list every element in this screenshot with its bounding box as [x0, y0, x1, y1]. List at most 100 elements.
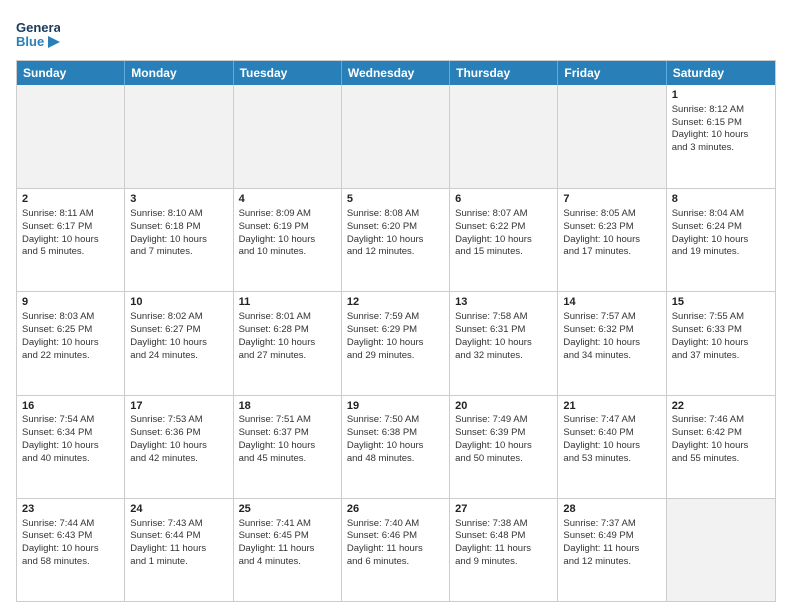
calendar-cell: 2Sunrise: 8:11 AM Sunset: 6:17 PM Daylig…	[17, 189, 125, 291]
calendar-header-cell: Saturday	[667, 61, 775, 85]
calendar-header-cell: Sunday	[17, 61, 125, 85]
day-number: 24	[130, 502, 227, 517]
day-number: 2	[22, 192, 119, 207]
calendar-row: 9Sunrise: 8:03 AM Sunset: 6:25 PM Daylig…	[17, 291, 775, 394]
calendar-header-cell: Friday	[558, 61, 666, 85]
day-number: 7	[563, 192, 660, 207]
day-info: Sunrise: 7:44 AM Sunset: 6:43 PM Dayligh…	[22, 518, 119, 569]
calendar-cell: 3Sunrise: 8:10 AM Sunset: 6:18 PM Daylig…	[125, 189, 233, 291]
day-number: 4	[239, 192, 336, 207]
calendar-cell	[17, 85, 125, 188]
calendar-cell: 19Sunrise: 7:50 AM Sunset: 6:38 PM Dayli…	[342, 396, 450, 498]
day-number: 11	[239, 295, 336, 310]
day-info: Sunrise: 7:38 AM Sunset: 6:48 PM Dayligh…	[455, 518, 552, 569]
day-info: Sunrise: 8:10 AM Sunset: 6:18 PM Dayligh…	[130, 208, 227, 259]
day-info: Sunrise: 8:03 AM Sunset: 6:25 PM Dayligh…	[22, 311, 119, 362]
calendar-cell: 20Sunrise: 7:49 AM Sunset: 6:39 PM Dayli…	[450, 396, 558, 498]
day-info: Sunrise: 7:53 AM Sunset: 6:36 PM Dayligh…	[130, 414, 227, 465]
day-number: 1	[672, 88, 770, 103]
day-info: Sunrise: 7:50 AM Sunset: 6:38 PM Dayligh…	[347, 414, 444, 465]
day-number: 28	[563, 502, 660, 517]
day-info: Sunrise: 7:37 AM Sunset: 6:49 PM Dayligh…	[563, 518, 660, 569]
calendar-header-cell: Monday	[125, 61, 233, 85]
calendar-cell: 14Sunrise: 7:57 AM Sunset: 6:32 PM Dayli…	[558, 292, 666, 394]
calendar-row: 2Sunrise: 8:11 AM Sunset: 6:17 PM Daylig…	[17, 188, 775, 291]
day-number: 23	[22, 502, 119, 517]
day-number: 15	[672, 295, 770, 310]
calendar-cell	[558, 85, 666, 188]
calendar-cell: 26Sunrise: 7:40 AM Sunset: 6:46 PM Dayli…	[342, 499, 450, 601]
calendar-header-cell: Wednesday	[342, 61, 450, 85]
calendar-cell: 10Sunrise: 8:02 AM Sunset: 6:27 PM Dayli…	[125, 292, 233, 394]
day-info: Sunrise: 8:07 AM Sunset: 6:22 PM Dayligh…	[455, 208, 552, 259]
calendar-cell: 8Sunrise: 8:04 AM Sunset: 6:24 PM Daylig…	[667, 189, 775, 291]
calendar-cell	[450, 85, 558, 188]
day-number: 19	[347, 399, 444, 414]
header: General Blue	[16, 16, 776, 52]
day-number: 22	[672, 399, 770, 414]
day-number: 3	[130, 192, 227, 207]
day-number: 18	[239, 399, 336, 414]
calendar-body: 1Sunrise: 8:12 AM Sunset: 6:15 PM Daylig…	[17, 85, 775, 601]
day-info: Sunrise: 8:11 AM Sunset: 6:17 PM Dayligh…	[22, 208, 119, 259]
page: General Blue SundayMondayTuesdayWednesda…	[0, 0, 792, 612]
calendar-cell: 23Sunrise: 7:44 AM Sunset: 6:43 PM Dayli…	[17, 499, 125, 601]
day-number: 16	[22, 399, 119, 414]
calendar-cell: 28Sunrise: 7:37 AM Sunset: 6:49 PM Dayli…	[558, 499, 666, 601]
day-number: 17	[130, 399, 227, 414]
day-info: Sunrise: 8:08 AM Sunset: 6:20 PM Dayligh…	[347, 208, 444, 259]
day-info: Sunrise: 7:58 AM Sunset: 6:31 PM Dayligh…	[455, 311, 552, 362]
day-number: 25	[239, 502, 336, 517]
calendar-cell	[667, 499, 775, 601]
calendar-cell: 21Sunrise: 7:47 AM Sunset: 6:40 PM Dayli…	[558, 396, 666, 498]
day-info: Sunrise: 7:54 AM Sunset: 6:34 PM Dayligh…	[22, 414, 119, 465]
day-number: 10	[130, 295, 227, 310]
calendar-row: 16Sunrise: 7:54 AM Sunset: 6:34 PM Dayli…	[17, 395, 775, 498]
calendar-cell: 11Sunrise: 8:01 AM Sunset: 6:28 PM Dayli…	[234, 292, 342, 394]
calendar-cell: 5Sunrise: 8:08 AM Sunset: 6:20 PM Daylig…	[342, 189, 450, 291]
day-number: 12	[347, 295, 444, 310]
day-number: 14	[563, 295, 660, 310]
day-number: 20	[455, 399, 552, 414]
calendar-cell: 17Sunrise: 7:53 AM Sunset: 6:36 PM Dayli…	[125, 396, 233, 498]
day-info: Sunrise: 7:40 AM Sunset: 6:46 PM Dayligh…	[347, 518, 444, 569]
day-info: Sunrise: 7:55 AM Sunset: 6:33 PM Dayligh…	[672, 311, 770, 362]
calendar-cell: 4Sunrise: 8:09 AM Sunset: 6:19 PM Daylig…	[234, 189, 342, 291]
calendar-header-cell: Tuesday	[234, 61, 342, 85]
day-info: Sunrise: 8:09 AM Sunset: 6:19 PM Dayligh…	[239, 208, 336, 259]
day-number: 6	[455, 192, 552, 207]
day-number: 13	[455, 295, 552, 310]
day-number: 26	[347, 502, 444, 517]
day-info: Sunrise: 7:41 AM Sunset: 6:45 PM Dayligh…	[239, 518, 336, 569]
calendar-cell: 24Sunrise: 7:43 AM Sunset: 6:44 PM Dayli…	[125, 499, 233, 601]
day-info: Sunrise: 7:47 AM Sunset: 6:40 PM Dayligh…	[563, 414, 660, 465]
calendar-cell: 22Sunrise: 7:46 AM Sunset: 6:42 PM Dayli…	[667, 396, 775, 498]
day-number: 27	[455, 502, 552, 517]
day-info: Sunrise: 8:01 AM Sunset: 6:28 PM Dayligh…	[239, 311, 336, 362]
logo-icon: General Blue	[16, 16, 60, 52]
calendar-row: 23Sunrise: 7:44 AM Sunset: 6:43 PM Dayli…	[17, 498, 775, 601]
calendar-cell: 1Sunrise: 8:12 AM Sunset: 6:15 PM Daylig…	[667, 85, 775, 188]
svg-text:Blue: Blue	[16, 34, 44, 49]
calendar-cell: 12Sunrise: 7:59 AM Sunset: 6:29 PM Dayli…	[342, 292, 450, 394]
calendar-cell	[234, 85, 342, 188]
day-info: Sunrise: 8:04 AM Sunset: 6:24 PM Dayligh…	[672, 208, 770, 259]
day-info: Sunrise: 7:49 AM Sunset: 6:39 PM Dayligh…	[455, 414, 552, 465]
calendar-cell: 7Sunrise: 8:05 AM Sunset: 6:23 PM Daylig…	[558, 189, 666, 291]
calendar-cell: 9Sunrise: 8:03 AM Sunset: 6:25 PM Daylig…	[17, 292, 125, 394]
day-info: Sunrise: 7:46 AM Sunset: 6:42 PM Dayligh…	[672, 414, 770, 465]
day-number: 9	[22, 295, 119, 310]
calendar-cell	[125, 85, 233, 188]
day-info: Sunrise: 7:57 AM Sunset: 6:32 PM Dayligh…	[563, 311, 660, 362]
calendar-cell: 16Sunrise: 7:54 AM Sunset: 6:34 PM Dayli…	[17, 396, 125, 498]
calendar-cell: 25Sunrise: 7:41 AM Sunset: 6:45 PM Dayli…	[234, 499, 342, 601]
calendar-cell: 18Sunrise: 7:51 AM Sunset: 6:37 PM Dayli…	[234, 396, 342, 498]
day-info: Sunrise: 8:12 AM Sunset: 6:15 PM Dayligh…	[672, 104, 770, 155]
calendar-cell: 27Sunrise: 7:38 AM Sunset: 6:48 PM Dayli…	[450, 499, 558, 601]
calendar-cell	[342, 85, 450, 188]
day-info: Sunrise: 8:05 AM Sunset: 6:23 PM Dayligh…	[563, 208, 660, 259]
day-info: Sunrise: 7:43 AM Sunset: 6:44 PM Dayligh…	[130, 518, 227, 569]
day-number: 21	[563, 399, 660, 414]
day-info: Sunrise: 8:02 AM Sunset: 6:27 PM Dayligh…	[130, 311, 227, 362]
svg-text:General: General	[16, 20, 60, 35]
